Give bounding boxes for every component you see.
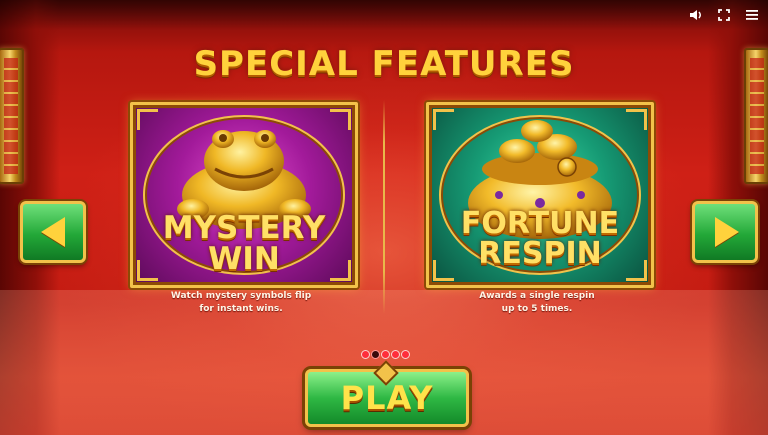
feature-card-fortune-respin: FORTUNE RESPIN: [426, 102, 654, 288]
card-divider: [383, 100, 385, 314]
feature-description-mystery-win: Watch mystery symbols flip for instant w…: [170, 291, 312, 314]
feature-card-mystery-win: MYSTERY WIN: [130, 102, 358, 288]
arrow-right-icon: [715, 217, 739, 247]
fullscreen-icon[interactable]: [714, 5, 734, 25]
page-dot[interactable]: [381, 350, 390, 359]
feature-description-fortune-respin: Awards a single respin up to 5 times.: [479, 291, 595, 314]
page-dot[interactable]: [361, 350, 370, 359]
page-dot[interactable]: [391, 350, 400, 359]
speaker-icon[interactable]: [686, 5, 706, 25]
top-toolbar: [0, 0, 768, 30]
previous-page-button[interactable]: [20, 201, 86, 263]
next-page-button[interactable]: [692, 201, 758, 263]
feature-title-fortune-respin: FORTUNE RESPIN: [460, 206, 620, 271]
hamburger-menu-icon[interactable]: [742, 5, 762, 25]
page-dot[interactable]: [371, 350, 380, 359]
page-indicator: [361, 350, 411, 359]
page-title: SPECIAL FEATURES: [193, 44, 575, 84]
feature-title-mystery-win: MYSTERY WIN: [162, 210, 326, 277]
page-dot[interactable]: [401, 350, 410, 359]
arrow-left-icon: [41, 217, 65, 247]
